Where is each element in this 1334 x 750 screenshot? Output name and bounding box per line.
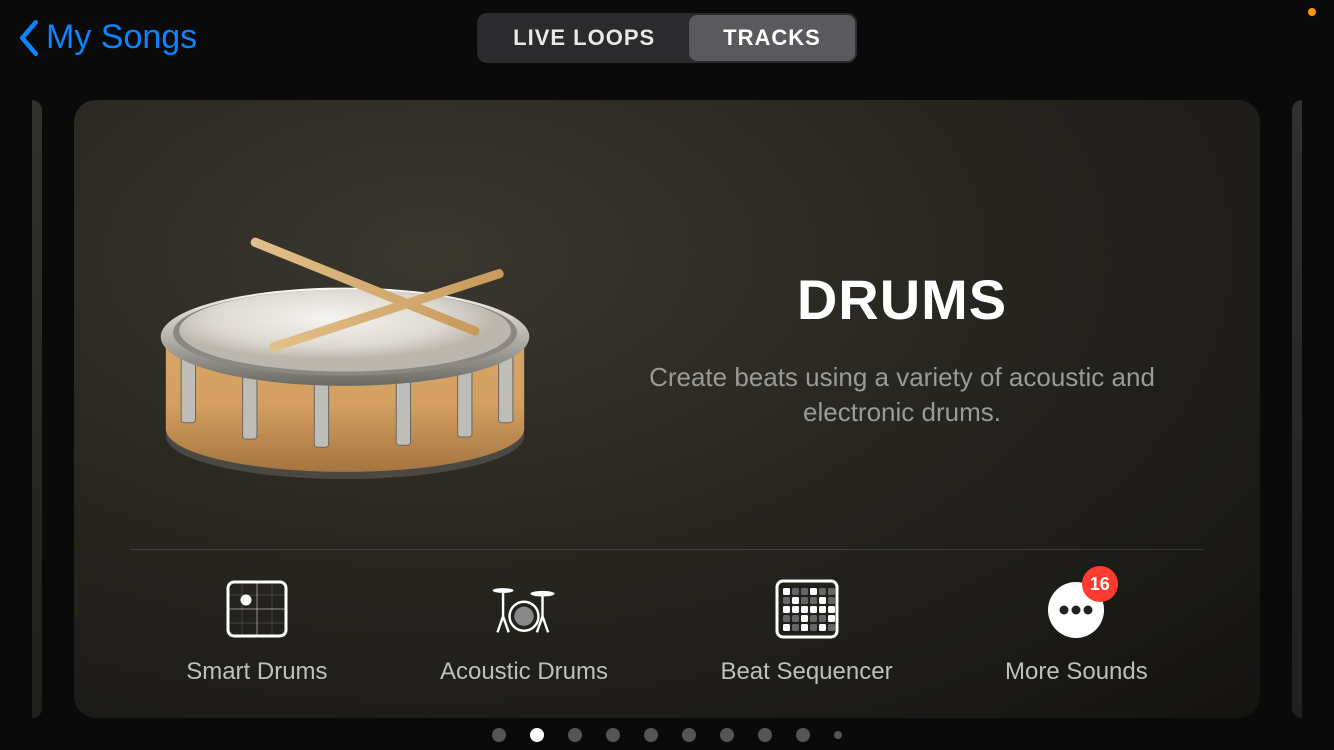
option-label: Acoustic Drums <box>440 658 608 686</box>
acoustic-drums-icon <box>491 578 557 640</box>
page-dot[interactable] <box>796 728 810 742</box>
prev-card-peek[interactable] <box>32 100 42 718</box>
more-sounds-badge: 16 <box>1082 566 1118 602</box>
page-dot[interactable] <box>492 728 506 742</box>
mode-segmented-control: LIVE LOOPS TRACKS <box>477 13 857 63</box>
option-smart-drums[interactable]: Smart Drums <box>186 578 327 686</box>
page-indicator[interactable] <box>492 728 842 742</box>
card-hero: DRUMS Create beats using a variety of ac… <box>130 148 1204 549</box>
chevron-left-icon <box>18 20 40 56</box>
page-dot[interactable] <box>834 731 842 739</box>
page-dot[interactable] <box>568 728 582 742</box>
page-dot[interactable] <box>682 728 696 742</box>
tab-tracks[interactable]: TRACKS <box>689 15 855 61</box>
option-beat-sequencer[interactable]: Beat Sequencer <box>720 578 892 686</box>
card-description: Create beats using a variety of acoustic… <box>600 360 1204 430</box>
beat-sequencer-icon <box>774 578 840 640</box>
tab-live-loops[interactable]: LIVE LOOPS <box>479 15 689 61</box>
page-dot[interactable] <box>530 728 544 742</box>
option-acoustic-drums[interactable]: Acoustic Drums <box>440 578 608 686</box>
topbar: My Songs LIVE LOOPS TRACKS <box>0 0 1334 75</box>
option-label: Smart Drums <box>186 658 327 686</box>
instrument-card-drums: DRUMS Create beats using a variety of ac… <box>74 100 1260 718</box>
back-label: My Songs <box>46 18 197 57</box>
card-options: Smart Drums <box>130 572 1204 694</box>
card-title: DRUMS <box>600 267 1204 332</box>
drum-illustration <box>130 184 560 514</box>
option-label: Beat Sequencer <box>720 658 892 686</box>
next-card-peek[interactable] <box>1292 100 1302 718</box>
back-my-songs-button[interactable]: My Songs <box>18 18 197 57</box>
instrument-carousel[interactable]: DRUMS Create beats using a variety of ac… <box>0 100 1334 718</box>
option-label: More Sounds <box>1005 658 1148 686</box>
page-dot[interactable] <box>644 728 658 742</box>
page-dot[interactable] <box>720 728 734 742</box>
page-dot[interactable] <box>758 728 772 742</box>
smart-drums-icon <box>224 578 290 640</box>
page-dot[interactable] <box>606 728 620 742</box>
card-divider <box>130 549 1204 550</box>
option-more-sounds[interactable]: 16 More Sounds <box>1005 578 1148 686</box>
